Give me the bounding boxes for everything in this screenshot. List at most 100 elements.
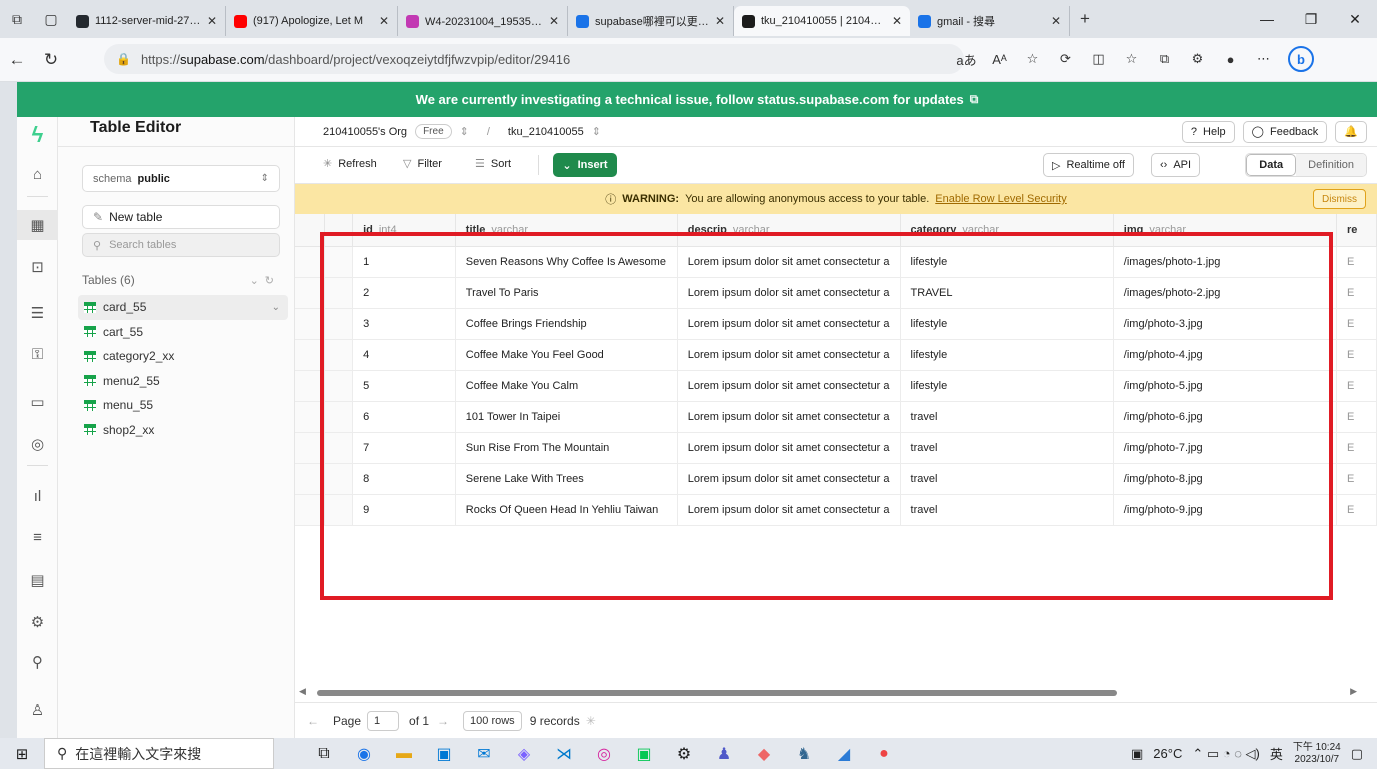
tab-definition[interactable]: Definition xyxy=(1296,154,1366,176)
cell-title[interactable]: Seven Reasons Why Coffee Is Awesome xyxy=(455,246,678,278)
cell-descrip[interactable]: Lorem ipsum dolor sit amet consectetur a xyxy=(677,277,901,309)
close-tab-icon[interactable]: ✕ xyxy=(379,14,389,28)
cell-id[interactable]: 5 xyxy=(352,370,456,402)
cell-title[interactable]: Serene Lake With Trees xyxy=(455,463,678,495)
column-header[interactable]: id int4 xyxy=(352,214,456,247)
cell-img[interactable]: /img/photo-7.jpg xyxy=(1113,432,1338,464)
cell-category[interactable]: travel xyxy=(900,432,1114,464)
browser-tab[interactable]: tku_210410055 | 2104100 ✕ xyxy=(734,6,910,36)
line-icon[interactable]: ▣ xyxy=(624,738,664,769)
table-row[interactable]: 5 Coffee Make You Calm Lorem ipsum dolor s… xyxy=(295,370,1377,402)
cell-id[interactable]: 9 xyxy=(352,494,456,526)
browser-tab[interactable]: (917) Apologize, Let M ✕ xyxy=(226,6,398,36)
cell-descrip[interactable]: Lorem ipsum dolor sit amet consectetur a xyxy=(677,401,901,433)
restore-button[interactable]: ❐ xyxy=(1289,0,1333,38)
table-row[interactable]: 6 101 Tower In Taipei Lorem ipsum dolor si… xyxy=(295,401,1377,433)
weather-icon[interactable]: ▣ xyxy=(1131,746,1143,762)
taskbar-search-input[interactable]: ⚲ 在這裡輸入文字來搜 xyxy=(44,738,274,769)
url-field[interactable]: 🔒 https://supabase.com/dashboard/project… xyxy=(104,44,964,74)
feedback-button[interactable]: ◯ Feedback xyxy=(1242,120,1328,143)
table-row[interactable]: 2 Travel To Paris Lorem ipsum dolor sit am… xyxy=(295,277,1377,309)
row-checkbox[interactable] xyxy=(295,339,326,371)
cell-descrip[interactable]: Lorem ipsum dolor sit amet consectetur a xyxy=(677,370,901,402)
flame-app-icon[interactable]: ● xyxy=(864,738,904,769)
cell-img[interactable]: /img/photo-4.jpg xyxy=(1113,339,1338,371)
close-tab-icon[interactable]: ✕ xyxy=(892,14,902,28)
more-menu-icon[interactable]: ⋯ xyxy=(1247,51,1280,67)
scroll-right-icon[interactable]: ▶ xyxy=(1350,686,1357,697)
mail-icon[interactable]: ✉ xyxy=(464,738,504,769)
close-tab-icon[interactable]: ✕ xyxy=(549,14,559,28)
ime-indicator[interactable]: 英 xyxy=(1270,744,1283,763)
search-icon[interactable]: ⚲ xyxy=(17,647,58,677)
insert-button[interactable]: ⌄ Insert xyxy=(553,153,617,177)
user-account-icon[interactable]: ♙ xyxy=(17,695,58,725)
cell-img[interactable]: /img/photo-3.jpg xyxy=(1113,308,1338,340)
cell-category[interactable]: lifestyle xyxy=(900,246,1114,278)
settings-icon[interactable]: ⚙ xyxy=(664,738,704,769)
windows-start-icon[interactable]: ⊞ xyxy=(0,745,44,763)
cell-img[interactable]: /img/photo-8.jpg xyxy=(1113,463,1338,495)
vertical-scrollbar[interactable] xyxy=(1368,226,1377,696)
row-checkbox[interactable] xyxy=(295,277,326,309)
close-tab-icon[interactable]: ✕ xyxy=(715,14,725,28)
row-checkbox[interactable] xyxy=(295,463,326,495)
cell-title[interactable]: Sun Rise From The Mountain xyxy=(455,432,678,464)
cell-img[interactable]: /img/photo-5.jpg xyxy=(1113,370,1338,402)
cell-title[interactable]: 101 Tower In Taipei xyxy=(455,401,678,433)
cell-id[interactable]: 7 xyxy=(352,432,456,464)
colorful-app-icon[interactable]: ◆ xyxy=(744,738,784,769)
chevron-updown-icon[interactable]: ⇕ xyxy=(592,125,601,138)
cell-id[interactable]: 8 xyxy=(352,463,456,495)
external-link-icon[interactable]: ⧉ xyxy=(970,92,979,107)
sidebar-table-item[interactable]: shop2_xx xyxy=(78,418,288,443)
table-row[interactable]: 1 Seven Reasons Why Coffee Is Awesome Lore… xyxy=(295,246,1377,278)
select-all-checkbox[interactable] xyxy=(295,214,326,247)
column-header[interactable]: img varchar xyxy=(1113,214,1338,247)
notifications-button[interactable]: 🔔 xyxy=(1335,120,1367,143)
sort-button[interactable]: ☰ Sort xyxy=(475,157,511,171)
file-explorer-icon[interactable]: ▬ xyxy=(384,738,424,769)
schema-select[interactable]: schema public ⇕ xyxy=(82,165,280,192)
filter-button[interactable]: ▽ Filter xyxy=(403,157,442,171)
column-header[interactable]: category varchar xyxy=(900,214,1114,247)
chevron-updown-icon[interactable]: ⇕ xyxy=(460,125,469,138)
sidebar-table-item[interactable]: card_55 ⌄ xyxy=(78,295,288,320)
taskbar-clock[interactable]: 下午 10:24 2023/10/7 xyxy=(1293,742,1341,766)
instagram-icon[interactable]: ◎ xyxy=(584,738,624,769)
cell-descrip[interactable]: Lorem ipsum dolor sit amet consectetur a xyxy=(677,308,901,340)
bing-copilot-icon[interactable]: b xyxy=(1288,46,1314,72)
table-row[interactable]: 8 Serene Lake With Trees Lorem ipsum dolor… xyxy=(295,463,1377,495)
cell-category[interactable]: lifestyle xyxy=(900,339,1114,371)
chevron-down-icon[interactable]: ⌄ xyxy=(272,302,280,313)
reload-button[interactable]: ↻ xyxy=(34,50,68,70)
row-expand-cell[interactable] xyxy=(324,308,354,340)
cell-title[interactable]: Rocks Of Queen Head In Yehliu Taiwan xyxy=(455,494,678,526)
cell-img[interactable]: /img/photo-9.jpg xyxy=(1113,494,1338,526)
row-expand-cell[interactable] xyxy=(324,370,354,402)
storage-icon[interactable]: ▭ xyxy=(17,387,58,417)
scroll-thumb[interactable] xyxy=(317,690,1117,696)
browser-tab[interactable]: W4-20231004_195355-會i ✕ xyxy=(398,6,568,36)
row-checkbox[interactable] xyxy=(295,432,326,464)
split-screen-icon[interactable]: ◫ xyxy=(1082,51,1115,67)
cell-title[interactable]: Travel To Paris xyxy=(455,277,678,309)
reports-icon[interactable]: ıl xyxy=(17,481,58,511)
database-icon[interactable]: ☰ xyxy=(17,298,58,328)
table-row[interactable]: 4 Coffee Make You Feel Good Lorem ipsum do… xyxy=(295,339,1377,371)
notification-center-icon[interactable]: ▢ xyxy=(1351,746,1363,762)
read-aloud-icon[interactable]: Aᴬ xyxy=(983,52,1016,67)
logs-icon[interactable]: ≡ xyxy=(17,522,58,552)
new-table-button[interactable]: ✎ New table xyxy=(82,205,280,229)
next-page-icon[interactable]: → xyxy=(437,714,449,728)
workspaces-icon[interactable]: ⧉ xyxy=(0,0,34,38)
tab-data[interactable]: Data xyxy=(1246,154,1297,176)
sidebar-table-item[interactable]: menu2_55 xyxy=(78,369,288,394)
favorites-icon[interactable]: ☆ xyxy=(1115,51,1148,67)
teams-icon[interactable]: ♟ xyxy=(704,738,744,769)
vscode-icon[interactable]: ⋊ xyxy=(544,738,584,769)
row-expand-cell[interactable] xyxy=(324,463,354,495)
auth-icon[interactable]: ⚿ xyxy=(17,339,58,369)
cell-id[interactable]: 4 xyxy=(352,339,456,371)
cell-id[interactable]: 6 xyxy=(352,401,456,433)
